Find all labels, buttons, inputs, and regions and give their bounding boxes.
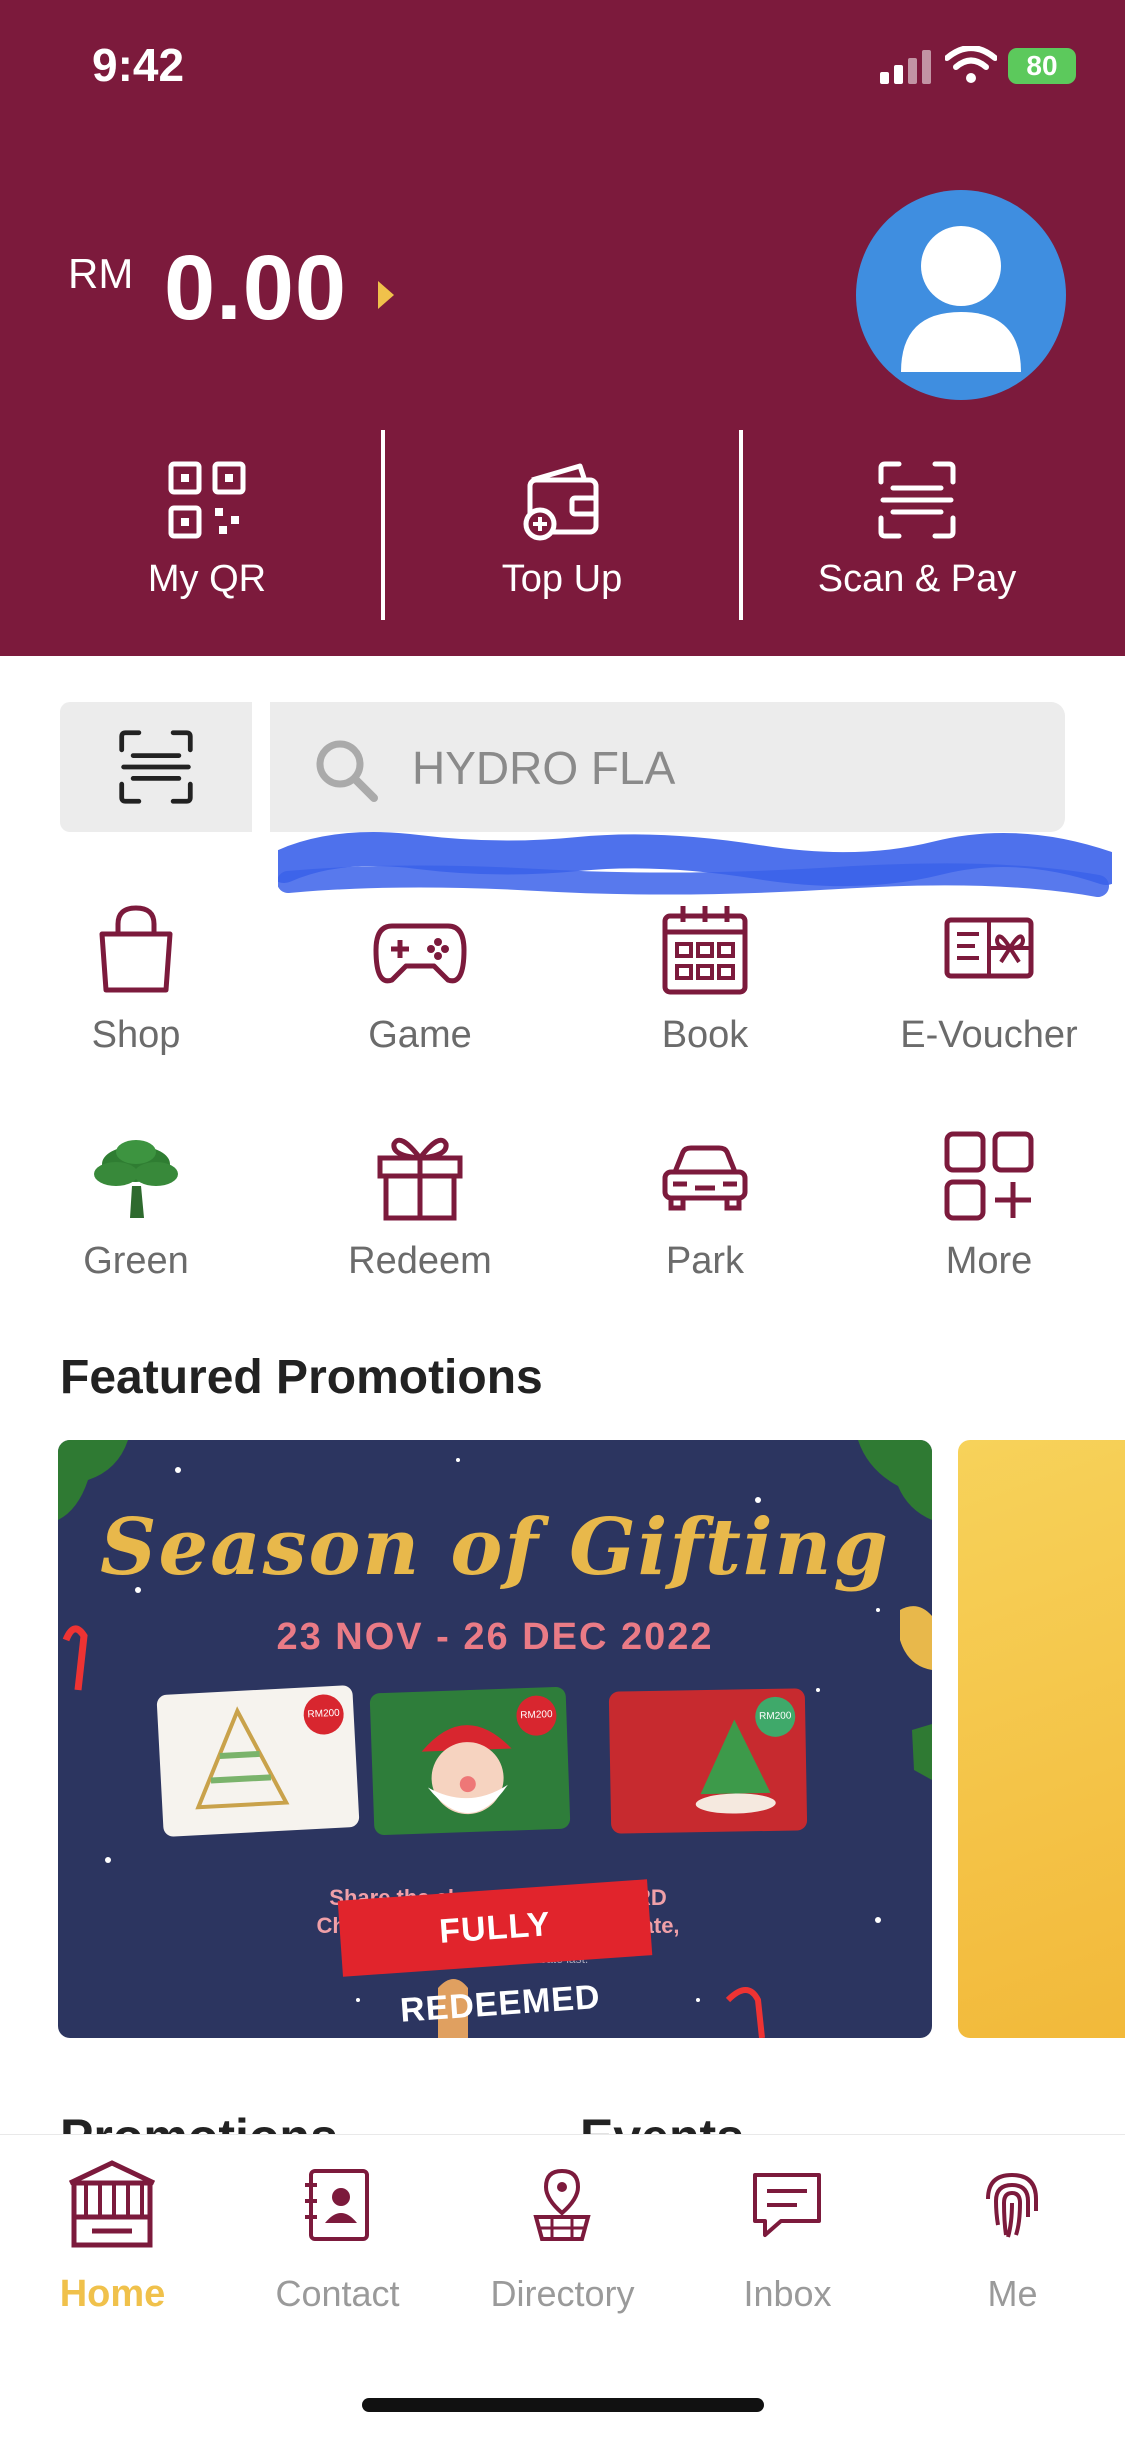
- category-label: Green: [83, 1240, 189, 1282]
- christmas-tree-icon: [695, 1719, 776, 1814]
- gamepad-icon: [373, 923, 467, 984]
- category-book[interactable]: Book: [595, 900, 815, 1100]
- currency-label: RM: [68, 250, 134, 297]
- voucher-icon: [944, 917, 1034, 979]
- search-icon: [316, 740, 378, 802]
- caret-right-icon: [378, 281, 394, 309]
- category-label: Game: [368, 1014, 472, 1056]
- tab-inbox[interactable]: Inbox: [675, 2155, 900, 2335]
- tab-label: Directory: [490, 2273, 635, 2314]
- avatar[interactable]: [856, 190, 1066, 400]
- tab-me[interactable]: Me: [900, 2155, 1125, 2335]
- search-input[interactable]: [410, 732, 1014, 804]
- category-game[interactable]: Game: [310, 900, 530, 1100]
- redaction-scribble: [278, 832, 1112, 897]
- banner-dates: 23 NOV - 26 DEC 2022: [276, 1616, 714, 1658]
- user-icon: [901, 226, 1021, 372]
- qr-code-icon: [168, 461, 246, 539]
- tab-contact[interactable]: Contact: [225, 2155, 450, 2335]
- category-redeem[interactable]: Redeem: [310, 1126, 530, 1326]
- chat-icon: [753, 2173, 821, 2237]
- featured-promotions-title: Featured Promotions: [60, 1351, 543, 1404]
- fingerprint-icon: [986, 2172, 1038, 2238]
- my-qr-label: My QR: [147, 558, 267, 600]
- battery-indicator: 80: [1008, 48, 1076, 84]
- tab-label: Inbox: [743, 2273, 832, 2314]
- scan-pay-button[interactable]: Scan & Pay: [767, 430, 1067, 620]
- shopping-bag-icon: [99, 905, 173, 993]
- car-icon: [662, 1145, 748, 1211]
- category-green[interactable]: Green: [26, 1126, 246, 1326]
- category-label: More: [945, 1240, 1033, 1282]
- tab-label: Me: [987, 2273, 1038, 2314]
- wallet-header: 9:42 80 RM 0.00 My QR Top Up Scan & Pay: [0, 0, 1125, 656]
- contact-book-icon: [305, 2169, 369, 2241]
- gift-card: RM200: [608, 1688, 808, 1834]
- category-label: Shop: [91, 1014, 181, 1056]
- scan-pay-label: Scan & Pay: [817, 558, 1017, 600]
- category-more[interactable]: More: [879, 1126, 1099, 1326]
- gift-icon: [377, 1137, 463, 1221]
- directory-pin-icon: [533, 2168, 591, 2241]
- category-label: Book: [661, 1014, 749, 1056]
- scan-icon: [119, 730, 193, 804]
- scan-button[interactable]: [60, 702, 252, 832]
- promo-banner-next[interactable]: [958, 1440, 1125, 2038]
- wifi-icon: [945, 46, 997, 83]
- divider: [381, 430, 385, 620]
- santa-icon: [421, 1725, 512, 1815]
- category-label: Park: [665, 1240, 745, 1282]
- category-label: E-Voucher: [900, 1014, 1078, 1056]
- more-grid-icon: [944, 1131, 1034, 1221]
- divider: [739, 430, 743, 620]
- gift-card: RM200: [369, 1686, 571, 1836]
- my-qr-button[interactable]: My QR: [57, 430, 357, 620]
- bottom-tab-bar: Home Contact Directory Inbox Me: [0, 2134, 1125, 2437]
- card-value-badge: RM200: [302, 1693, 345, 1736]
- tab-home[interactable]: Home: [0, 2155, 225, 2335]
- christmas-tree-icon: [195, 1706, 290, 1810]
- gift-card: RM200: [156, 1684, 360, 1838]
- category-label: Redeem: [348, 1240, 492, 1282]
- mall-icon: [68, 2160, 156, 2248]
- top-up-label: Top Up: [501, 558, 623, 600]
- promo-banner[interactable]: Season of Gifting 23 NOV - 26 DEC 2022 R…: [58, 1440, 932, 2038]
- status-bar: 9:42 80: [0, 0, 1125, 140]
- status-time: 9:42: [92, 39, 185, 91]
- banner-headline: Season of Gifting: [100, 1502, 890, 1593]
- search-bar[interactable]: [270, 702, 1065, 832]
- home-indicator[interactable]: [362, 2398, 764, 2412]
- category-park[interactable]: Park: [595, 1126, 815, 1326]
- tree-icon: [94, 1140, 178, 1218]
- calendar-icon: [662, 906, 748, 995]
- scan-icon: [878, 461, 956, 539]
- wallet-add-icon: [523, 463, 599, 541]
- top-up-button[interactable]: Top Up: [412, 430, 712, 620]
- category-shop[interactable]: Shop: [26, 900, 246, 1100]
- signal-icon: [880, 50, 931, 84]
- quick-actions: My QR Top Up Scan & Pay: [0, 430, 1125, 620]
- balance-amount: 0.00: [164, 237, 348, 339]
- category-e-voucher[interactable]: E-Voucher: [879, 900, 1099, 1100]
- tab-label: Home: [59, 2273, 166, 2315]
- tab-label: Contact: [275, 2273, 400, 2314]
- tab-directory[interactable]: Directory: [450, 2155, 675, 2335]
